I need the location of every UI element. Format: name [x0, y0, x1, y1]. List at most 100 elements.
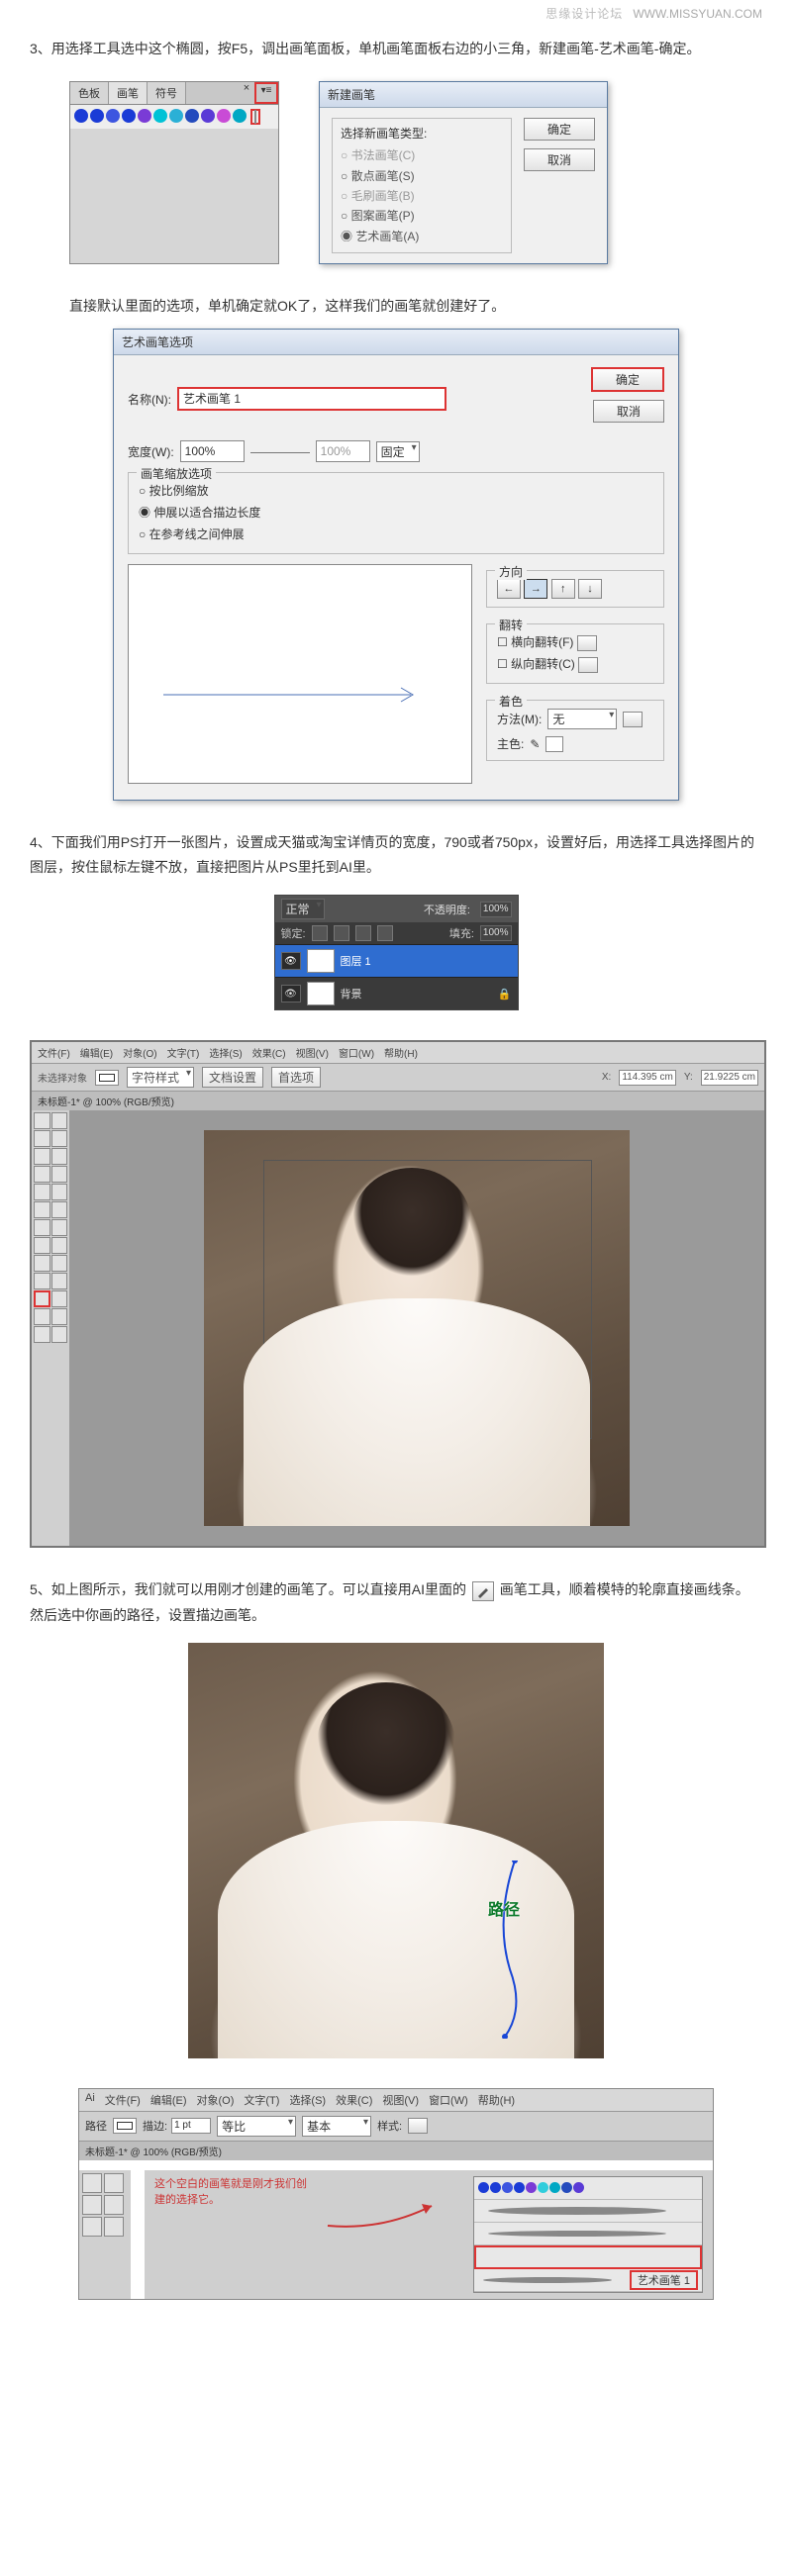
tool[interactable]: [34, 1237, 50, 1254]
tip-icon[interactable]: [623, 712, 643, 727]
menu-edit[interactable]: 编辑(E): [80, 1045, 113, 1060]
brush-row[interactable]: 艺术画笔 1: [474, 2269, 702, 2292]
brush-swatch[interactable]: [169, 109, 183, 123]
visibility-icon[interactable]: 👁: [281, 952, 301, 970]
menu-object[interactable]: 对象(O): [197, 2092, 235, 2108]
tab-symbols[interactable]: 符号: [148, 82, 186, 104]
menu-file[interactable]: 文件(F): [38, 1045, 70, 1060]
tool[interactable]: [34, 1148, 50, 1165]
tool[interactable]: [51, 1255, 68, 1272]
brush-dot[interactable]: [573, 2182, 584, 2193]
tab-brushes[interactable]: 画笔: [109, 82, 148, 104]
opacity-input[interactable]: 100%: [480, 902, 512, 917]
brush-tool[interactable]: [34, 1290, 50, 1307]
panel-close-icon[interactable]: ×: [239, 82, 254, 104]
menu-view[interactable]: 视图(V): [382, 2092, 419, 2108]
name-input[interactable]: 艺术画笔 1: [177, 387, 446, 411]
fill-stroke-icon[interactable]: [95, 1070, 119, 1086]
brush-row[interactable]: [474, 2200, 702, 2223]
brush-dot[interactable]: [478, 2182, 489, 2193]
tool[interactable]: [51, 1130, 68, 1147]
tool[interactable]: [34, 1201, 50, 1218]
tool[interactable]: [34, 1326, 50, 1343]
tool[interactable]: [51, 1184, 68, 1200]
tool[interactable]: [51, 1290, 67, 1307]
brush-swatch[interactable]: [233, 109, 247, 123]
radio-scatter[interactable]: ○ 散点画笔(S): [341, 166, 503, 186]
doc-setup-button[interactable]: 文档设置: [202, 1067, 263, 1088]
brush-dot[interactable]: [549, 2182, 560, 2193]
width-mode-dropdown[interactable]: 固定: [376, 441, 420, 462]
brush-dot[interactable]: [538, 2182, 548, 2193]
tool[interactable]: [51, 1219, 68, 1236]
blend-mode-dropdown[interactable]: 正常: [281, 899, 325, 919]
selected-brush-row[interactable]: [474, 2245, 702, 2269]
tool[interactable]: [51, 1112, 68, 1129]
panel-menu-icon[interactable]: ▾≡: [254, 82, 278, 104]
menu-view[interactable]: 视图(V): [296, 1045, 329, 1060]
radio-scale-1[interactable]: ○ 按比例缩放: [139, 481, 653, 503]
brush-swatch[interactable]: [106, 109, 120, 123]
brush-row[interactable]: [474, 2223, 702, 2245]
menu-edit[interactable]: 编辑(E): [150, 2092, 187, 2108]
fill-stroke-icon[interactable]: [113, 2118, 137, 2134]
tool[interactable]: [34, 1166, 50, 1183]
tool[interactable]: [51, 1148, 68, 1165]
tool[interactable]: [104, 2173, 124, 2193]
brush-swatch[interactable]: [138, 109, 151, 123]
method-dropdown[interactable]: 无: [547, 709, 617, 729]
tool[interactable]: [34, 1112, 50, 1129]
document-tab[interactable]: 未标题-1* @ 100% (RGB/预览): [79, 2142, 713, 2160]
brush-swatch[interactable]: [201, 109, 215, 123]
lock-pixels-icon[interactable]: [334, 925, 349, 941]
tool[interactable]: [51, 1166, 68, 1183]
tab-swatches[interactable]: 色板: [70, 82, 109, 104]
tool[interactable]: [51, 1308, 68, 1325]
lock-transparent-icon[interactable]: [312, 925, 328, 941]
brush-swatch[interactable]: [74, 109, 88, 123]
y-value[interactable]: 21.9225 cm: [701, 1070, 758, 1086]
width-input[interactable]: 100%: [180, 440, 245, 462]
visibility-icon[interactable]: 👁: [281, 985, 301, 1002]
x-value[interactable]: 114.395 cm: [619, 1070, 676, 1086]
tool[interactable]: [34, 1184, 50, 1200]
menu-select[interactable]: 选择(S): [289, 2092, 326, 2108]
brush-dot[interactable]: [490, 2182, 501, 2193]
menu-help[interactable]: 帮助(H): [384, 1045, 418, 1060]
radio-art[interactable]: ◉ 艺术画笔(A): [341, 227, 503, 246]
dir-left-button[interactable]: ←: [497, 579, 521, 599]
brush-dot[interactable]: [526, 2182, 537, 2193]
radio-scale-3[interactable]: ○ 在参考线之间伸展: [139, 525, 653, 546]
brush-dot[interactable]: [561, 2182, 572, 2193]
tool[interactable]: [82, 2173, 102, 2193]
key-color-swatch[interactable]: [545, 736, 563, 752]
tool[interactable]: [34, 1255, 50, 1272]
brush-def-dropdown[interactable]: 基本: [302, 2116, 371, 2137]
tool[interactable]: [104, 2217, 124, 2237]
ok-button[interactable]: 确定: [591, 367, 664, 392]
width-input-2[interactable]: 100%: [316, 440, 370, 462]
tool[interactable]: [51, 1326, 68, 1343]
layer-row[interactable]: 👁 背景 🔒: [275, 977, 518, 1009]
checkbox-flip-h[interactable]: ☐ 横向翻转(F): [497, 632, 653, 654]
brush-dot[interactable]: [502, 2182, 513, 2193]
brush-swatch[interactable]: [153, 109, 167, 123]
layer-row[interactable]: 👁 图层 1: [275, 944, 518, 977]
lock-all-icon[interactable]: [377, 925, 393, 941]
dir-right-button[interactable]: →: [524, 579, 547, 599]
placed-image[interactable]: [204, 1130, 630, 1526]
brush-dot[interactable]: [514, 2182, 525, 2193]
tool[interactable]: [34, 1273, 50, 1289]
menu-select[interactable]: 选择(S): [209, 1045, 242, 1060]
lock-position-icon[interactable]: [355, 925, 371, 941]
dir-up-button[interactable]: ↑: [551, 579, 575, 599]
menu-object[interactable]: 对象(O): [123, 1045, 156, 1060]
style-swatch[interactable]: [408, 2118, 428, 2134]
menu-file[interactable]: 文件(F): [105, 2092, 141, 2108]
stroke-weight-input[interactable]: 1 pt: [171, 2118, 211, 2134]
eyedropper-icon[interactable]: ✎: [530, 737, 540, 751]
char-style-dropdown[interactable]: 字符样式: [127, 1067, 194, 1088]
radio-bristle[interactable]: ○ 毛刷画笔(B): [341, 186, 503, 206]
brush-swatch[interactable]: [90, 109, 104, 123]
brush-swatch[interactable]: [185, 109, 199, 123]
